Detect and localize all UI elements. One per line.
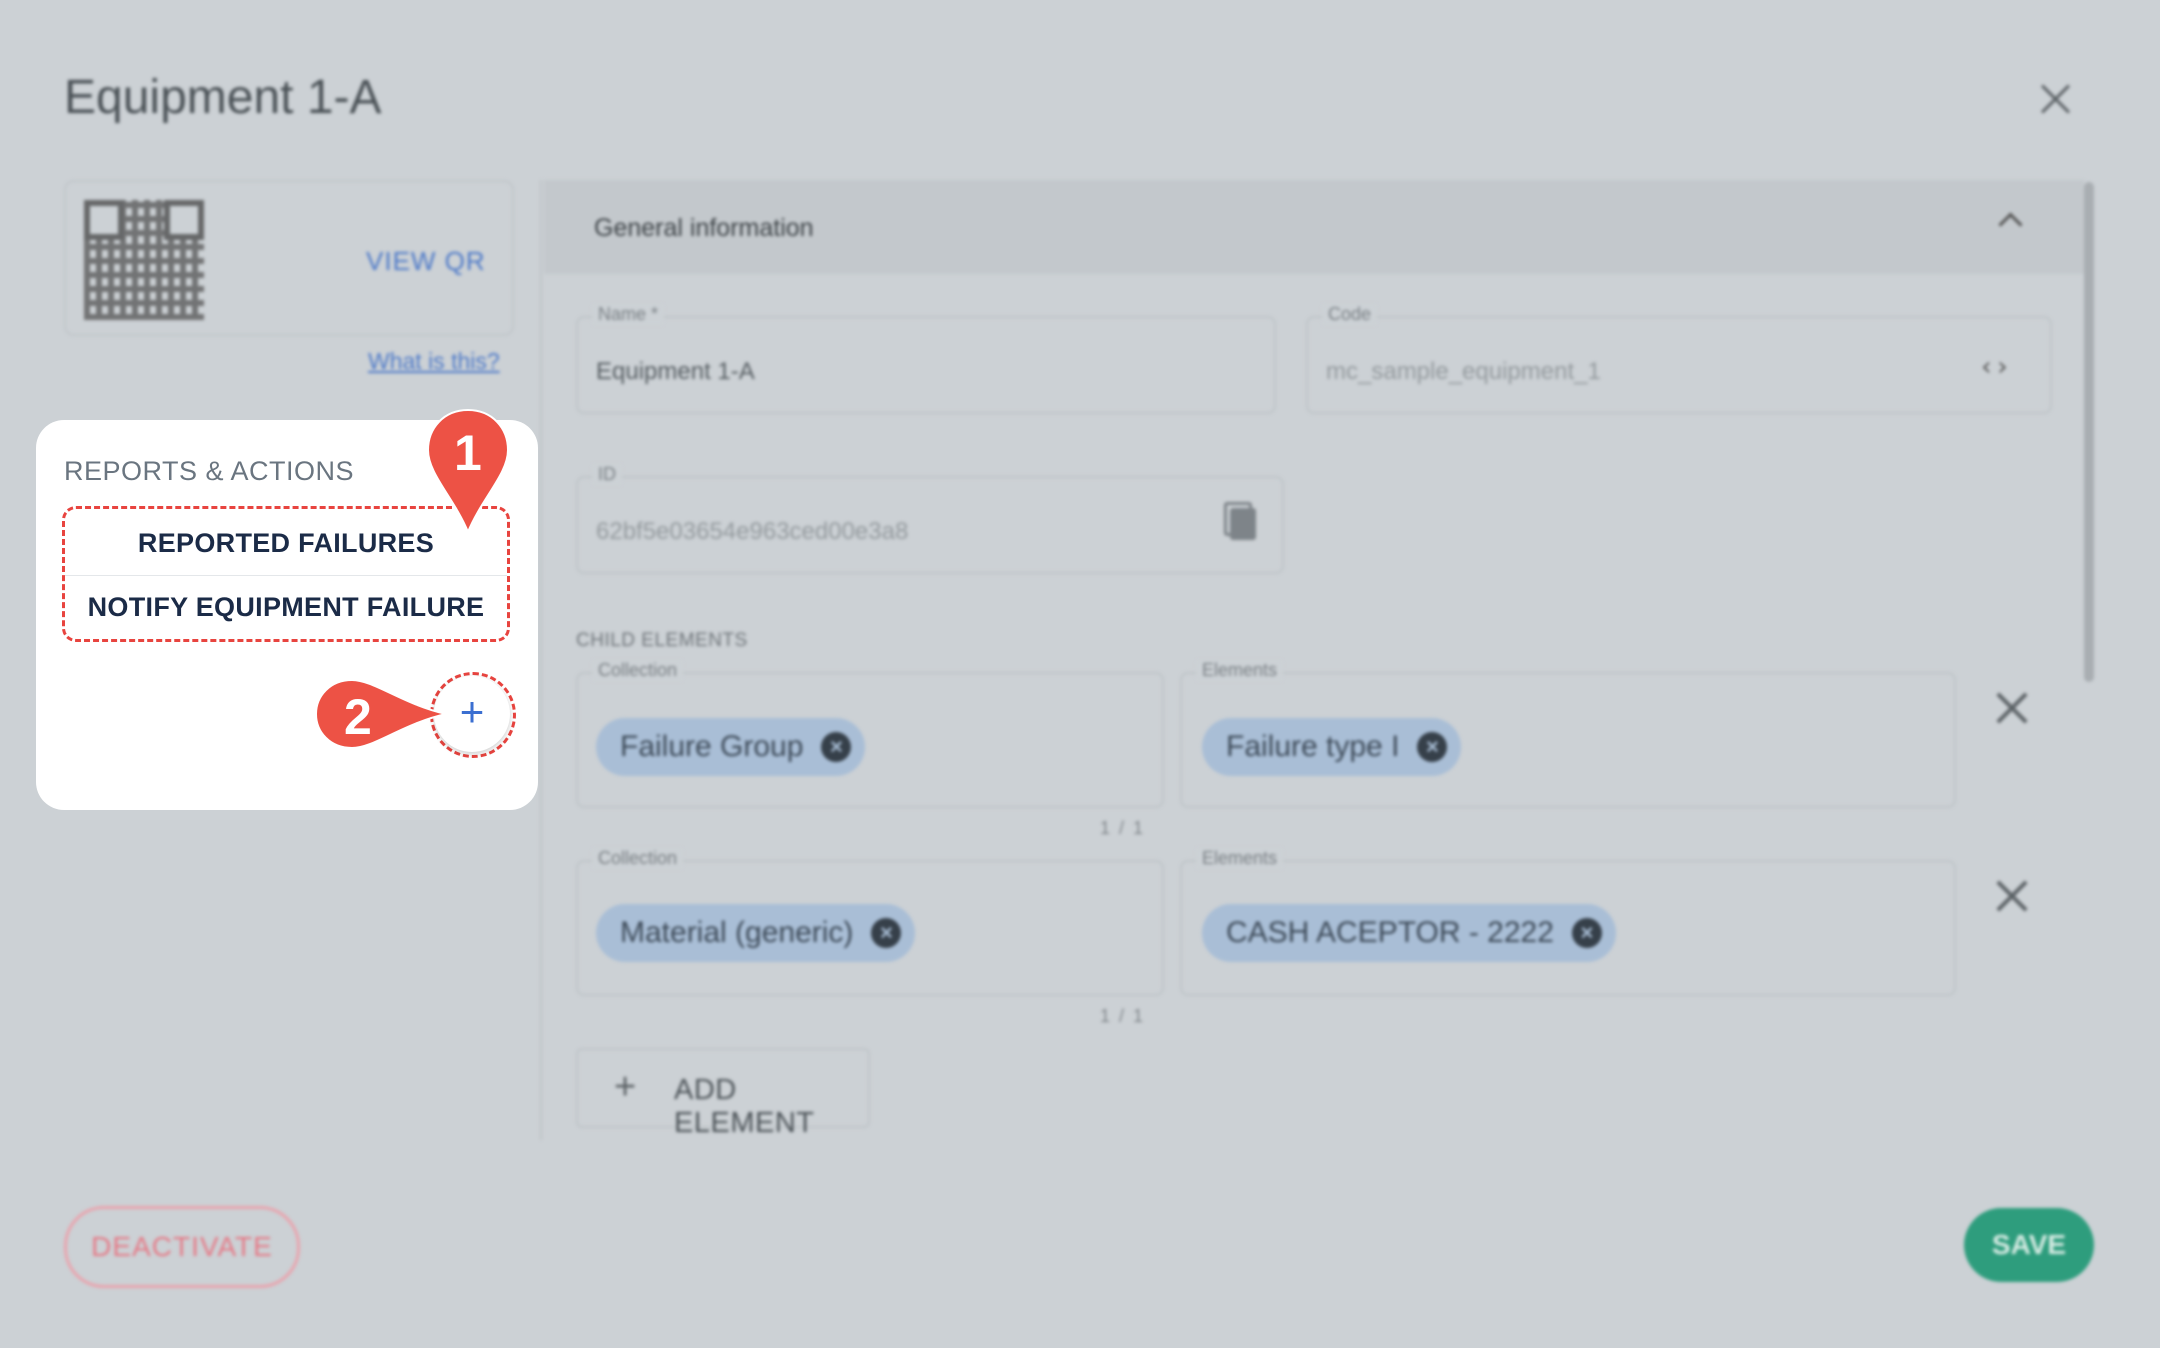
dialog-title: Equipment 1-A (64, 71, 382, 124)
remove-chip-icon[interactable]: × (821, 732, 852, 762)
copy-icon[interactable] (1224, 502, 1256, 540)
collection-label: Collection (592, 660, 684, 681)
general-information-header[interactable]: General information (544, 180, 2084, 274)
qr-card: VIEW QR (64, 180, 514, 336)
remove-chip-icon[interactable]: × (871, 918, 902, 948)
add-element-button[interactable]: + ADD ELEMENT (576, 1048, 870, 1139)
collection-chip: Material (generic) × (596, 904, 916, 962)
code-field[interactable]: Code mc_sample_equipment_1 ‹› (1306, 304, 2052, 414)
chip-label: CASH ACEPTOR - 2222 (1226, 916, 1554, 949)
elements-label: Elements (1196, 848, 1284, 869)
pager: 1 / 1 (1100, 818, 1146, 838)
child-elements-label: CHILD ELEMENTS (576, 630, 748, 651)
save-button[interactable]: SAVE (1964, 1208, 2094, 1282)
elements-label: Elements (1196, 660, 1284, 681)
code-value: mc_sample_equipment_1 (1326, 358, 1601, 385)
chip-label: Material (generic) (620, 916, 854, 949)
remove-row-icon[interactable] (1992, 688, 2032, 728)
notify-equipment-failure-item[interactable]: NOTIFY EQUIPMENT FAILURE (65, 575, 507, 639)
collection-chip: Failure Group × (596, 718, 866, 776)
close-icon[interactable] (2036, 78, 2076, 118)
callout-number-2: 2 (344, 689, 372, 745)
remove-chip-icon[interactable]: × (1571, 918, 1602, 948)
id-label: ID (592, 464, 622, 485)
plus-icon: + (614, 1066, 637, 1108)
qr-code-image (84, 200, 204, 320)
element-chip: Failure type I × (1202, 718, 1462, 776)
callout-marker-2 (314, 678, 447, 750)
callout-number-1: 1 (454, 425, 482, 481)
reports-actions-heading: REPORTS & ACTIONS (64, 456, 355, 486)
chevron-up-icon[interactable] (1998, 212, 2023, 237)
id-value: 62bf5e03654e963ced00e3a8 (596, 518, 909, 545)
collection-label: Collection (592, 848, 684, 869)
code-label: Code (1322, 304, 1378, 325)
remove-row-icon[interactable] (1992, 876, 2032, 916)
chip-label: Failure type I (1226, 730, 1400, 763)
scrollbar[interactable] (2084, 182, 2094, 682)
name-field[interactable]: Name * Equipment 1-A (576, 304, 1276, 414)
name-label: Name * (592, 304, 665, 325)
chip-label: Failure Group (620, 730, 804, 763)
id-field: ID 62bf5e03654e963ced00e3a8 (576, 464, 1284, 574)
section-title: General information (594, 214, 814, 242)
what-is-this-link[interactable]: What is this? (368, 348, 500, 375)
code-icon[interactable]: ‹› (1979, 352, 2010, 382)
remove-chip-icon[interactable]: × (1417, 732, 1448, 762)
element-chip: CASH ACEPTOR - 2222 × (1202, 904, 1616, 962)
deactivate-button[interactable]: DEACTIVATE (64, 1206, 300, 1288)
add-element-label: ADD ELEMENT (674, 1074, 815, 1139)
view-qr-button[interactable]: VIEW QR (366, 246, 486, 277)
name-value: Equipment 1-A (596, 358, 755, 385)
pager: 1 / 1 (1100, 1006, 1146, 1026)
